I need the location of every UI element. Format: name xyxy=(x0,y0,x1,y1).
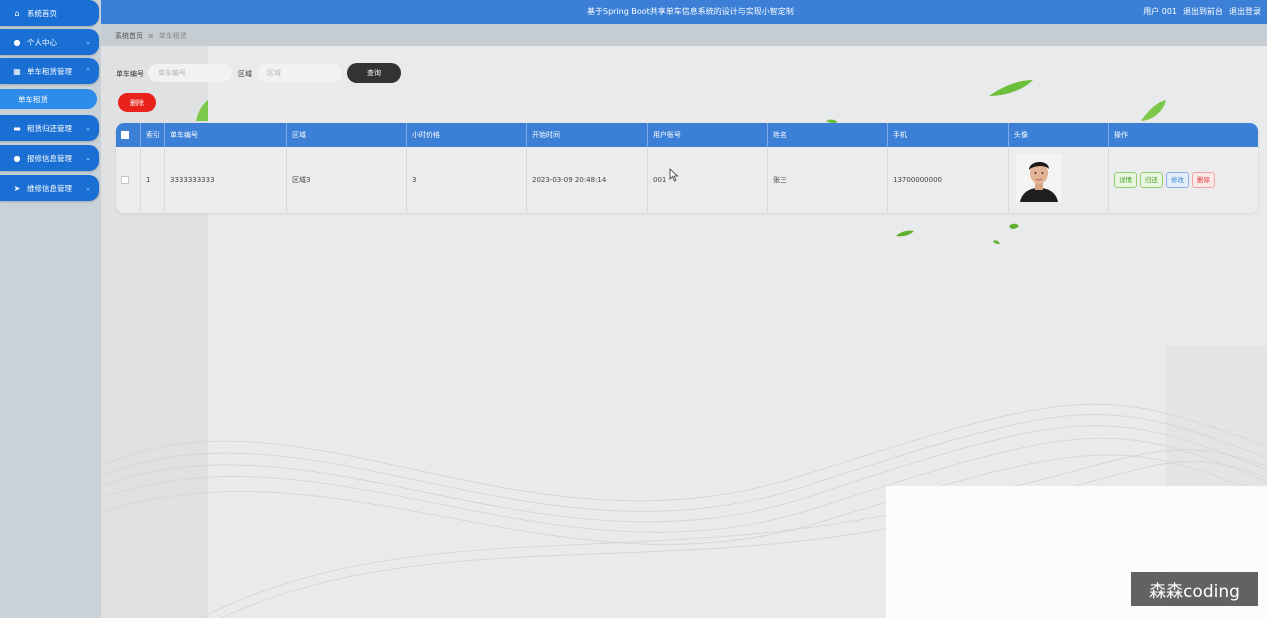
edit-button[interactable]: 修改 xyxy=(1166,172,1189,188)
chevron-down-icon: ⌄ xyxy=(85,38,91,46)
breadcrumb: 系统首页 ≡ 单车租赁 xyxy=(115,31,187,41)
sidebar-subitem-label: 单车租赁 xyxy=(18,94,48,104)
breadcrumb-current: 单车租赁 xyxy=(158,32,187,40)
breadcrumb-home[interactable]: 系统首页 xyxy=(115,32,143,40)
column-header: 姓名 xyxy=(768,123,888,147)
sidebar: ⌂ 系统首页 ● 个人中心 ⌄ ▦ 单车租赁管理 ⌃ 单车租赁 ▬ 租赁归还管理… xyxy=(0,0,101,618)
column-header: 索引 xyxy=(141,123,165,147)
chevron-down-icon: ⌄ xyxy=(85,124,91,132)
column-header: 用户账号 xyxy=(648,123,768,147)
rental-table: 索引 单车编号 区域 小时价格 开始时间 用户账号 姓名 手机 头像 操作 1 … xyxy=(116,123,1258,213)
cell-hourly-price: 3 xyxy=(407,147,527,213)
select-all-cell xyxy=(116,123,141,147)
user-label: 用户 001 xyxy=(1143,7,1177,16)
sidebar-subitem-bike-rental[interactable]: 单车租赁 xyxy=(0,89,97,109)
detail-button[interactable]: 详情 xyxy=(1114,172,1137,188)
column-header: 小时价格 xyxy=(407,123,527,147)
top-header: 基于Spring Boot共享单车信息系统的设计与实现小智定制 用户 001 退… xyxy=(101,0,1267,24)
column-header: 头像 xyxy=(1009,123,1109,147)
bank-icon: ▬ xyxy=(13,123,21,133)
select-all-checkbox[interactable] xyxy=(121,131,129,139)
column-header: 操作 xyxy=(1114,131,1128,139)
batch-delete-button[interactable]: 删除 xyxy=(118,93,156,112)
sidebar-item-label: 个人中心 xyxy=(27,37,57,47)
table-header: 索引 单车编号 区域 小时价格 开始时间 用户账号 姓名 手机 头像 操作 xyxy=(116,123,1258,147)
sidebar-item-label: 单车租赁管理 xyxy=(27,66,72,76)
sidebar-item-rental-return-management[interactable]: ▬ 租赁归还管理 ⌄ xyxy=(0,115,99,141)
sidebar-item-label: 维修信息管理 xyxy=(27,183,72,193)
cell-index: 1 xyxy=(141,147,165,213)
column-header: 区域 xyxy=(287,123,407,147)
app-title: 基于Spring Boot共享单车信息系统的设计与实现小智定制 xyxy=(587,7,794,16)
home-icon: ⌂ xyxy=(14,8,20,18)
column-header: 单车编号 xyxy=(165,123,287,147)
cell-area: 区域3 xyxy=(287,147,407,213)
query-button[interactable]: 查询 xyxy=(347,63,401,83)
bike-no-label: 单车编号 xyxy=(116,70,144,78)
person-icon: ● xyxy=(13,153,21,163)
bike-no-input[interactable] xyxy=(148,64,232,82)
breadcrumb-bar: 系统首页 ≡ 单车租赁 xyxy=(101,24,1267,46)
area-label: 区域 xyxy=(238,70,252,78)
cell-start-time: 2023-03-09 20:48:14 xyxy=(527,147,648,213)
cell-name: 张三 xyxy=(768,147,888,213)
delete-row-button[interactable]: 删除 xyxy=(1192,172,1215,188)
chevron-up-icon: ⌃ xyxy=(85,67,91,75)
sidebar-item-label: 租赁归还管理 xyxy=(27,123,72,133)
grid-icon: ▦ xyxy=(13,66,21,76)
table-row: 1 3333333333 区域3 3 2023-03-09 20:48:14 0… xyxy=(116,147,1258,213)
cell-avatar xyxy=(1009,147,1109,213)
row-checkbox[interactable] xyxy=(121,176,129,184)
cell-bike-no: 3333333333 xyxy=(165,147,287,213)
cell-phone: 13700000000 xyxy=(888,147,1009,213)
row-actions: 详情 归还 修改 删除 xyxy=(1114,147,1258,213)
chevron-down-icon: ⌄ xyxy=(85,184,91,192)
watermark: 森森coding xyxy=(1131,572,1258,606)
sidebar-item-bike-rental-management[interactable]: ▦ 单车租赁管理 ⌃ xyxy=(0,58,99,84)
logout-link[interactable]: 退出登录 xyxy=(1229,6,1261,17)
area-input[interactable] xyxy=(257,64,342,82)
column-header: 开始时间 xyxy=(527,123,648,147)
row-select-cell xyxy=(116,147,141,213)
sidebar-item-label: 报修信息管理 xyxy=(27,153,72,163)
return-button[interactable]: 归还 xyxy=(1140,172,1163,188)
user-icon: ● xyxy=(13,37,21,47)
chevron-down-icon: ⌄ xyxy=(85,154,91,162)
header-links: 用户 001 退出到前台 退出登录 xyxy=(1143,6,1261,17)
mouse-cursor-icon xyxy=(669,168,679,182)
sidebar-item-home[interactable]: ⌂ 系统首页 xyxy=(0,0,99,26)
sidebar-item-label: 系统首页 xyxy=(27,8,57,18)
sidebar-item-personal-center[interactable]: ● 个人中心 ⌄ xyxy=(0,29,99,55)
breadcrumb-separator-icon: ≡ xyxy=(148,32,154,40)
sidebar-item-maintenance-management[interactable]: ➤ 维修信息管理 ⌄ xyxy=(0,175,99,201)
avatar xyxy=(1016,154,1062,202)
cell-account: 001 xyxy=(648,147,768,213)
column-header: 手机 xyxy=(888,123,1009,147)
sidebar-item-repair-report-management[interactable]: ● 报修信息管理 ⌄ xyxy=(0,145,99,171)
send-icon: ➤ xyxy=(13,183,21,193)
cell-operations: 详情 归还 修改 删除 xyxy=(1109,147,1258,213)
exit-to-frontend-link[interactable]: 退出到前台 xyxy=(1183,6,1223,17)
